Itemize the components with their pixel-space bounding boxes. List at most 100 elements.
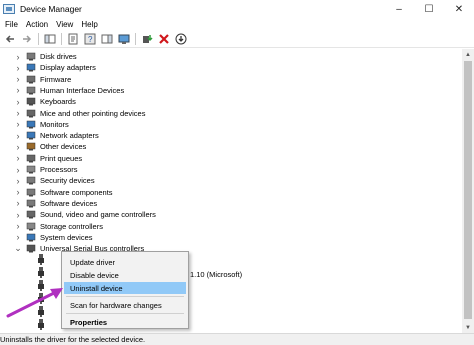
tree-item[interactable]: › Software devices bbox=[14, 198, 98, 209]
menu-action[interactable]: Action bbox=[26, 20, 48, 29]
status-text: Uninstalls the driver for the selected d… bbox=[0, 335, 146, 344]
usb-plug-icon[interactable] bbox=[36, 280, 46, 291]
tree-item-label: Security devices bbox=[40, 176, 95, 186]
chevron-right-icon[interactable]: › bbox=[14, 153, 22, 164]
menu-item-uninstall-device[interactable]: Uninstall device bbox=[64, 282, 186, 294]
title-bar: Device Manager – ☐ ✕ bbox=[0, 0, 474, 18]
processor-icon bbox=[26, 165, 36, 174]
tree-item[interactable]: › Print queues bbox=[14, 153, 83, 164]
menu-item-update-driver[interactable]: Update driver bbox=[64, 256, 186, 268]
action-pane-button[interactable] bbox=[100, 32, 114, 46]
menu-item-scan-hardware[interactable]: Scan for hardware changes bbox=[64, 299, 186, 311]
tree-item-label: Monitors bbox=[40, 119, 69, 129]
chevron-right-icon[interactable]: › bbox=[14, 108, 22, 119]
tree-item-label: Software components bbox=[40, 187, 113, 197]
update-driver-button[interactable] bbox=[140, 32, 154, 46]
chevron-down-icon[interactable]: ⌄ bbox=[14, 243, 22, 254]
firmware-icon bbox=[26, 75, 36, 84]
tree-item-label: Other devices bbox=[40, 142, 87, 152]
forward-button[interactable] bbox=[20, 32, 34, 46]
red-x-icon bbox=[159, 33, 169, 44]
chevron-right-icon[interactable]: › bbox=[14, 85, 22, 96]
help-button[interactable]: ? bbox=[83, 32, 97, 46]
window-controls: – ☐ ✕ bbox=[384, 0, 474, 18]
printer-icon bbox=[26, 154, 36, 163]
tree-item[interactable]: › Storage controllers bbox=[14, 221, 103, 232]
system-device-icon bbox=[26, 233, 36, 242]
chevron-right-icon[interactable]: › bbox=[14, 209, 22, 220]
usb-device-label-partial[interactable]: 1.10 (Microsoft) bbox=[190, 270, 242, 279]
tree-item-label: Mice and other pointing devices bbox=[40, 108, 146, 118]
help-icon: ? bbox=[84, 33, 96, 44]
tree-item-label: System devices bbox=[40, 232, 93, 242]
tree-item[interactable]: › Processors bbox=[14, 164, 78, 175]
tree-item-label: Firmware bbox=[40, 74, 72, 84]
monitor-icon bbox=[26, 120, 36, 129]
menu-item-properties[interactable]: Properties bbox=[64, 316, 186, 328]
tree-item[interactable]: › Display adapters bbox=[14, 62, 96, 73]
scroll-up-icon[interactable]: ▲ bbox=[462, 49, 474, 60]
toolbar-separator bbox=[135, 32, 136, 45]
tree-item[interactable]: › Monitors bbox=[14, 119, 69, 130]
tree-item[interactable]: › Mice and other pointing devices bbox=[14, 108, 146, 119]
tree-item[interactable]: › Sound, video and game controllers bbox=[14, 209, 156, 220]
monitor-scan-icon bbox=[118, 34, 130, 44]
chevron-right-icon[interactable]: › bbox=[14, 221, 22, 232]
toolbar-separator bbox=[38, 32, 39, 45]
chevron-right-icon[interactable]: › bbox=[14, 164, 22, 175]
menu-view[interactable]: View bbox=[56, 20, 73, 29]
tree-item[interactable]: › Security devices bbox=[14, 175, 95, 186]
chevron-right-icon[interactable]: › bbox=[14, 62, 22, 73]
chevron-right-icon[interactable]: › bbox=[14, 232, 22, 243]
usb-plug-icon[interactable] bbox=[36, 254, 46, 265]
scan-hardware-button[interactable] bbox=[117, 32, 131, 46]
chevron-right-icon[interactable]: › bbox=[14, 175, 22, 186]
menu-bar: File Action View Help bbox=[0, 18, 474, 30]
tree-item[interactable]: › System devices bbox=[14, 232, 93, 243]
scroll-down-icon[interactable]: ▼ bbox=[462, 322, 474, 333]
speaker-icon bbox=[26, 210, 36, 219]
scrollbar-thumb[interactable] bbox=[464, 61, 472, 319]
menu-item-disable-device[interactable]: Disable device bbox=[64, 269, 186, 281]
chevron-right-icon[interactable]: › bbox=[14, 187, 22, 198]
usb-plug-icon[interactable] bbox=[36, 293, 46, 304]
tree-item[interactable]: › Keyboards bbox=[14, 96, 76, 107]
download-circle-icon bbox=[175, 33, 187, 44]
maximize-button[interactable]: ☐ bbox=[414, 0, 444, 18]
tree-item[interactable]: › Other devices bbox=[14, 141, 87, 152]
chevron-right-icon[interactable]: › bbox=[14, 130, 22, 141]
chevron-right-icon[interactable]: › bbox=[14, 119, 22, 130]
device-manager-icon bbox=[3, 4, 15, 14]
close-button[interactable]: ✕ bbox=[444, 0, 474, 18]
tree-item[interactable]: › Disk drives bbox=[14, 51, 77, 62]
show-hide-console-tree-button[interactable] bbox=[43, 32, 57, 46]
chevron-right-icon[interactable]: › bbox=[14, 198, 22, 209]
usb-plug-icon[interactable] bbox=[36, 267, 46, 278]
menu-separator bbox=[66, 296, 184, 297]
enable-device-button[interactable] bbox=[174, 32, 188, 46]
chevron-right-icon[interactable]: › bbox=[14, 141, 22, 152]
tree-item[interactable]: › Firmware bbox=[14, 74, 72, 85]
back-button[interactable] bbox=[3, 32, 17, 46]
properties-button[interactable] bbox=[66, 32, 80, 46]
usb-plug-icon[interactable] bbox=[36, 319, 46, 330]
security-device-icon bbox=[26, 177, 36, 185]
tree-item[interactable]: › Human Interface Devices bbox=[14, 85, 125, 96]
toolbar-separator bbox=[61, 32, 62, 45]
chevron-right-icon[interactable]: › bbox=[14, 74, 22, 85]
chevron-right-icon[interactable]: › bbox=[14, 96, 22, 107]
usb-plug-icon[interactable] bbox=[36, 306, 46, 317]
uninstall-device-button[interactable] bbox=[157, 32, 171, 46]
toolbar: ? bbox=[0, 30, 474, 48]
menu-help[interactable]: Help bbox=[81, 20, 97, 29]
back-arrow-icon bbox=[5, 34, 14, 43]
menu-file[interactable]: File bbox=[5, 20, 18, 29]
properties-icon bbox=[68, 33, 78, 44]
window-title: Device Manager bbox=[20, 4, 82, 14]
vertical-scrollbar[interactable]: ▲ ▼ bbox=[462, 49, 474, 333]
software-component-icon bbox=[26, 188, 36, 197]
minimize-button[interactable]: – bbox=[384, 0, 414, 18]
tree-item[interactable]: › Software components bbox=[14, 187, 113, 198]
tree-item[interactable]: › Network adapters bbox=[14, 130, 99, 141]
chevron-right-icon[interactable]: › bbox=[14, 51, 22, 62]
